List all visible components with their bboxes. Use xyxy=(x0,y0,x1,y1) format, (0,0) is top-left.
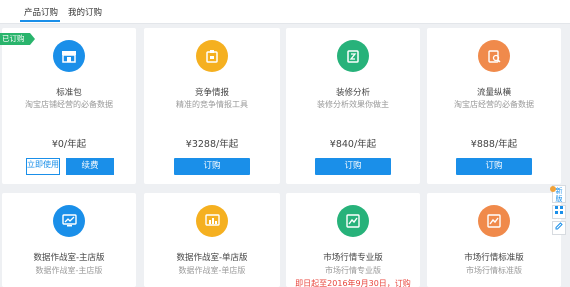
edit-icon[interactable] xyxy=(552,221,566,235)
product-card-decoration: 装修分析 装修分析效果你做主 ¥840/年起 订购 xyxy=(286,28,420,184)
monitor-chart-icon xyxy=(53,205,85,237)
card-title: 标准包 xyxy=(56,88,82,98)
order-button[interactable]: 订购 xyxy=(315,158,391,175)
card-title: 竞争情报 xyxy=(194,88,229,98)
top-tab-bar: 产品订购 我的订购 xyxy=(0,0,570,24)
product-card-market-standard: 市场行情标准版 市场行情标准版 xyxy=(427,193,561,287)
card-title: 数据作战室-主店版 xyxy=(33,253,105,263)
product-card-war-room-main: 数据作战室-主店版 数据作战室-主店版 xyxy=(2,193,136,287)
decor-icon xyxy=(337,40,369,72)
trend-icon xyxy=(337,205,369,237)
renew-button[interactable]: 续费 xyxy=(66,158,114,175)
card-price: ¥840/年起 xyxy=(329,139,377,150)
card-title: 数据作战室-单店版 xyxy=(176,253,248,263)
shop-icon xyxy=(53,40,85,72)
card-description: 数据作战室-单店版 xyxy=(178,266,246,275)
notification-dot xyxy=(550,186,556,192)
new-version-label: 新版 xyxy=(555,187,563,203)
card-description: 精准的竞争情报工具 xyxy=(176,100,248,109)
card-title: 流量纵横 xyxy=(476,88,511,98)
card-title: 装修分析 xyxy=(335,88,370,98)
card-description: 装修分析效果你做主 xyxy=(317,100,389,109)
card-price: ¥888/年起 xyxy=(470,139,518,150)
product-card-standard: 标准包 淘宝店铺经营的必备数据 ¥0/年起 立即使用 续费 xyxy=(2,28,136,184)
subscribed-badge: 已订购 xyxy=(0,33,35,45)
active-tab-indicator xyxy=(20,20,60,22)
order-button[interactable]: 订购 xyxy=(456,158,532,175)
card-title: 市场行情专业版 xyxy=(323,253,383,263)
new-version-button[interactable]: 新版 xyxy=(550,185,566,203)
product-card-traffic: 流量纵横 淘宝店经营的必备数据 ¥888/年起 订购 xyxy=(427,28,561,184)
use-now-button[interactable]: 立即使用 xyxy=(26,158,60,175)
order-button[interactable]: 订购 xyxy=(174,158,250,175)
card-description: 数据作战室-主店版 xyxy=(35,266,103,275)
card-price: ¥3288/年起 xyxy=(185,139,239,150)
product-card-competition: 竞争情报 精准的竞争情报工具 ¥3288/年起 订购 xyxy=(144,28,280,184)
card-description: 市场行情标准版 xyxy=(466,266,522,275)
card-description: 淘宝店经营的必备数据 xyxy=(454,100,534,109)
promo-text: 即日起至2016年9月30日，订购 xyxy=(295,279,411,287)
badge-icon xyxy=(196,40,228,72)
product-card-war-room-single: 数据作战室-单店版 数据作战室-单店版 xyxy=(144,193,280,287)
product-card-market-pro: 市场行情专业版 市场行情专业版 即日起至2016年9月30日，订购 xyxy=(286,193,420,287)
bar-chart-icon xyxy=(196,205,228,237)
trend-icon xyxy=(478,205,510,237)
card-title: 市场行情标准版 xyxy=(464,253,524,263)
card-description: 淘宝店铺经营的必备数据 xyxy=(25,100,113,109)
card-price: ¥0/年起 xyxy=(51,139,87,150)
traffic-search-icon xyxy=(478,40,510,72)
side-toolbar: 新版 xyxy=(550,185,566,237)
card-description: 市场行情专业版 xyxy=(325,266,381,275)
grid-icon[interactable] xyxy=(552,205,566,219)
tab-product-order[interactable]: 产品订购 xyxy=(24,6,58,18)
tab-my-orders[interactable]: 我的订购 xyxy=(68,6,102,18)
